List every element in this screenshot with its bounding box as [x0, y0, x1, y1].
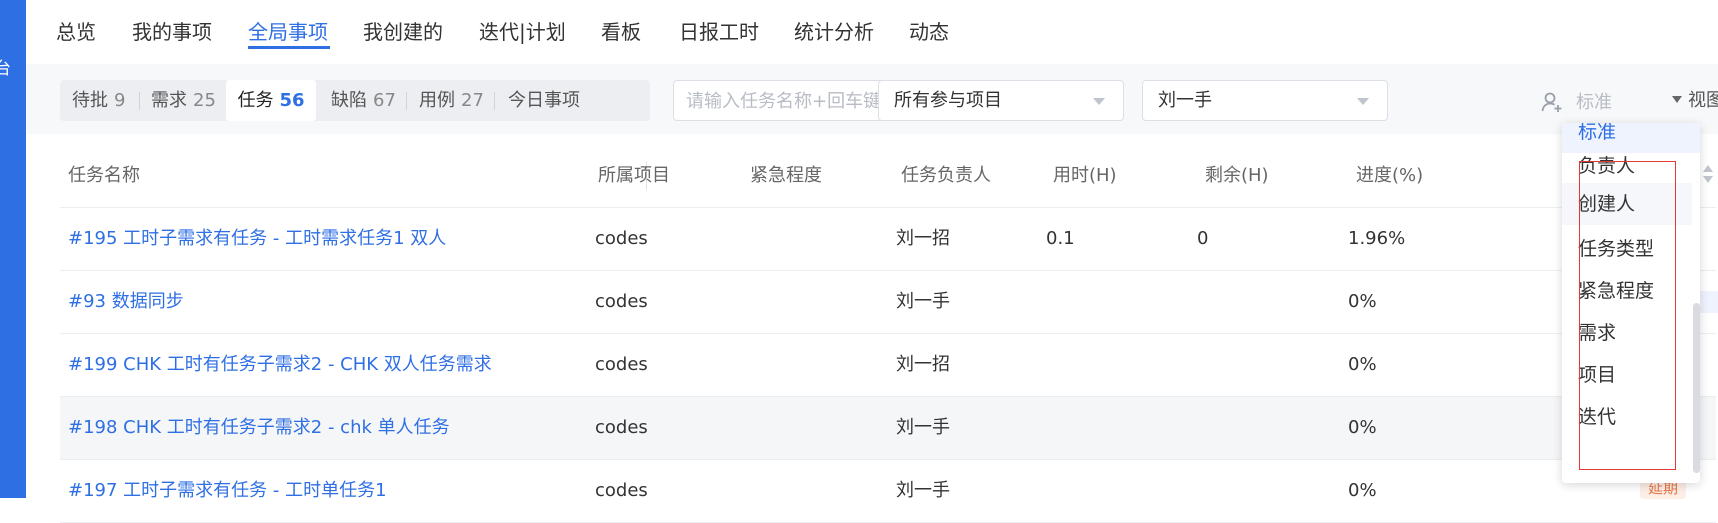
- task-project: codes: [595, 480, 648, 501]
- dropdown-option-iteration[interactable]: 迭代: [1578, 402, 1616, 429]
- task-owner: 刘一手: [896, 291, 950, 312]
- segment-today[interactable]: 今日事项: [508, 80, 580, 121]
- table-header: 任务名称 所属项目 紧急程度 任务负责人 用时(H) 剩余(H) 进度(%): [60, 145, 1716, 208]
- col-time-used[interactable]: 用时(H): [1053, 145, 1117, 207]
- assignee-mode-dropdown: 标准 负责人 创建人 任务类型 紧急程度 需求 项目 迭代: [1562, 123, 1700, 483]
- tab-board[interactable]: 看板: [601, 16, 641, 45]
- segment-divider: [406, 92, 407, 110]
- dropdown-option-creator[interactable]: 创建人: [1562, 183, 1692, 225]
- dropdown-option-standard[interactable]: 标准: [1562, 123, 1700, 153]
- segment-tasks[interactable]: 任务 56: [226, 80, 316, 121]
- task-owner: 刘一手: [896, 417, 950, 438]
- table-row[interactable]: #195 工时子需求有任务 - 工时需求任务1 双人 codes 刘一招 0.1…: [60, 208, 1716, 271]
- task-name-link[interactable]: #198 CHK 工时有任务子需求2 - chk 单人任务: [68, 397, 450, 459]
- sidebar-label-fragment: 台: [0, 59, 11, 79]
- segment-pending[interactable]: 待批 9: [72, 80, 125, 121]
- segment-divider: [139, 92, 140, 110]
- project-select[interactable]: 所有参与项目: [878, 80, 1124, 121]
- tab-my-items[interactable]: 我的事项: [132, 16, 212, 45]
- dropdown-option-urgency[interactable]: 紧急程度: [1578, 276, 1654, 303]
- search-input[interactable]: [684, 81, 908, 122]
- view-menu-label: 视图: [1688, 90, 1718, 111]
- task-name-link[interactable]: #199 CHK 工时有任务子需求2 - CHK 双人任务需求: [68, 334, 492, 396]
- tab-daily-hours[interactable]: 日报工时: [679, 16, 759, 45]
- task-project: codes: [595, 291, 648, 312]
- task-project: codes: [595, 417, 648, 438]
- tab-activity[interactable]: 动态: [909, 16, 949, 45]
- task-owner: 刘一招: [896, 354, 950, 375]
- tab-overview[interactable]: 总览: [56, 16, 96, 45]
- task-progress: 0%: [1348, 417, 1377, 438]
- tab-global-items[interactable]: 全局事项: [248, 16, 328, 45]
- task-remaining: 0: [1197, 228, 1209, 249]
- person-select[interactable]: 刘一手: [1142, 80, 1388, 121]
- tab-created-by-me[interactable]: 我创建的: [363, 16, 443, 45]
- task-progress: 0%: [1348, 354, 1377, 375]
- table-row[interactable]: #197 工时子需求有任务 - 工时单任务1 codes 刘一手 0%: [60, 460, 1716, 523]
- task-project: codes: [595, 354, 648, 375]
- col-urgency[interactable]: 紧急程度: [750, 145, 822, 207]
- task-progress: 0%: [1348, 480, 1377, 501]
- chevron-down-icon: [1357, 98, 1369, 105]
- assignee-mode-toggle[interactable]: 标准: [1540, 82, 1690, 120]
- col-remaining[interactable]: 剩余(H): [1205, 145, 1269, 207]
- project-select-value: 所有参与项目: [894, 90, 1002, 111]
- col-project[interactable]: 所属项目: [598, 145, 670, 207]
- assignee-mode-label: 标准: [1576, 92, 1612, 113]
- dropdown-option-requirement[interactable]: 需求: [1578, 318, 1616, 345]
- top-nav: 总览 我的事项 全局事项 我创建的 迭代|计划 看板 日报工时 统计分析 动态: [26, 0, 1718, 65]
- dropdown-option-project[interactable]: 项目: [1578, 360, 1616, 387]
- segment-divider: [494, 92, 495, 110]
- tab-statistics[interactable]: 统计分析: [794, 16, 874, 45]
- table-row[interactable]: #199 CHK 工时有任务子需求2 - CHK 双人任务需求 codes 刘一…: [60, 334, 1716, 397]
- task-project: codes: [595, 228, 648, 249]
- chevron-down-icon: [1093, 98, 1105, 105]
- col-task-name[interactable]: 任务名称: [68, 145, 140, 207]
- table-row[interactable]: #198 CHK 工时有任务子需求2 - chk 单人任务 codes 刘一手 …: [60, 397, 1716, 460]
- col-owner[interactable]: 任务负责人: [901, 145, 991, 207]
- table-row[interactable]: #93 数据同步 codes 刘一手 0%: [60, 271, 1718, 334]
- task-name-link[interactable]: #197 工时子需求有任务 - 工时单任务1: [68, 460, 387, 522]
- task-time-used: 0.1: [1046, 228, 1075, 249]
- task-progress: 1.96%: [1348, 228, 1406, 249]
- segment-test-cases[interactable]: 用例 27: [419, 80, 484, 121]
- type-segmented-control: 待批 9 需求 25 任务 56 缺陷 67 用例 27 今日事项: [60, 80, 650, 121]
- col-progress[interactable]: 进度(%): [1356, 145, 1423, 207]
- task-name-link[interactable]: #195 工时子需求有任务 - 工时需求任务1 双人: [68, 208, 446, 270]
- segment-defects[interactable]: 缺陷 67: [331, 80, 396, 121]
- dropdown-option-task-type[interactable]: 任务类型: [1578, 234, 1654, 261]
- task-name-link[interactable]: #93 数据同步: [68, 271, 184, 333]
- view-menu[interactable]: 视图: [1672, 86, 1718, 112]
- dropdown-option-owner[interactable]: 负责人: [1578, 151, 1635, 178]
- add-user-icon: [1541, 92, 1562, 112]
- segment-requirements[interactable]: 需求 25: [151, 80, 216, 121]
- task-progress: 0%: [1348, 291, 1377, 312]
- task-owner: 刘一手: [896, 480, 950, 501]
- tab-iteration-plan[interactable]: 迭代|计划: [479, 16, 566, 45]
- task-owner: 刘一招: [896, 228, 950, 249]
- active-tab-underline: [248, 46, 330, 49]
- dropdown-scrollbar[interactable]: [1693, 303, 1700, 473]
- person-select-value: 刘一手: [1158, 90, 1212, 111]
- left-sidebar: 台: [0, 0, 26, 498]
- caret-down-icon: [1672, 96, 1682, 103]
- sort-icon[interactable]: [1702, 163, 1714, 185]
